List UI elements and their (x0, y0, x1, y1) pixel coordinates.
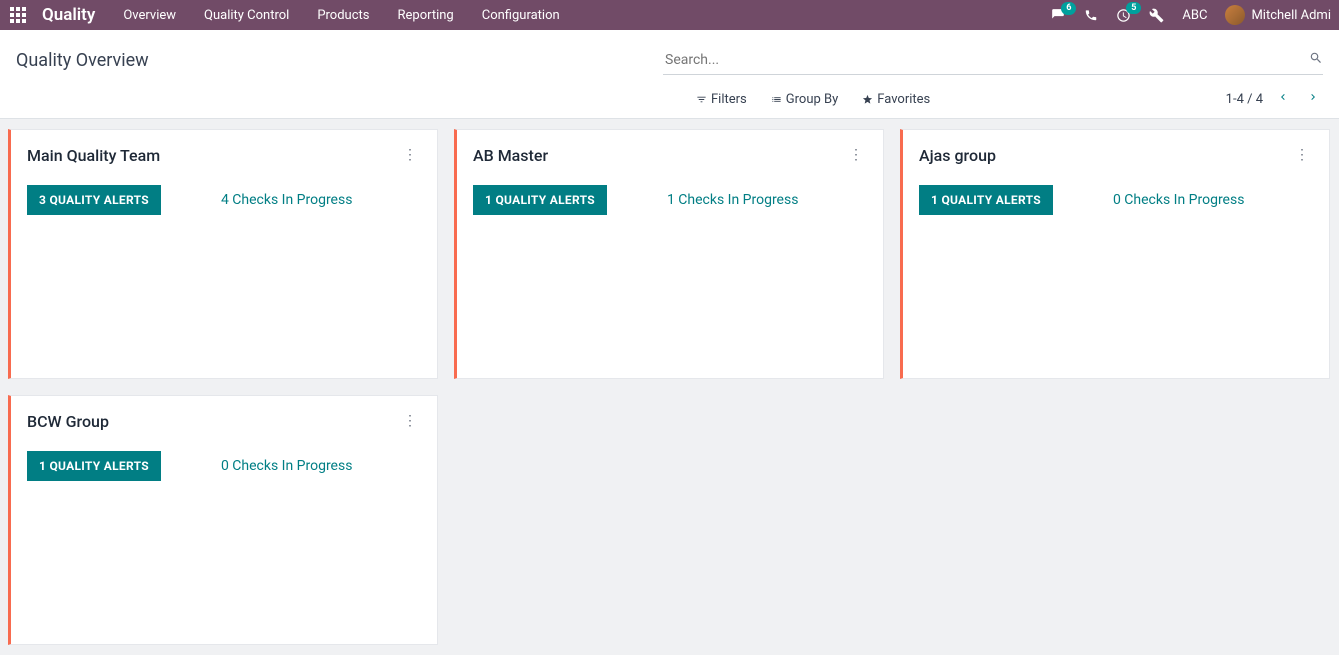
page-title: Quality Overview (16, 50, 149, 71)
checks-in-progress[interactable]: 4 Checks In Progress (221, 192, 353, 208)
app-brand[interactable]: Quality (42, 5, 95, 25)
card-title: Main Quality Team (27, 146, 160, 165)
search-input[interactable] (663, 46, 1323, 75)
activity-badge: 5 (1126, 2, 1141, 15)
user-name-label: Mitchell Admi (1251, 8, 1331, 23)
phone-icon[interactable] (1084, 8, 1098, 22)
kanban-board: Main Quality Team ⋮ 3 QUALITY ALERTS 4 C… (0, 119, 1339, 655)
card-menu-icon[interactable]: ⋮ (399, 146, 421, 164)
team-card[interactable]: BCW Group ⋮ 1 QUALITY ALERTS 0 Checks In… (8, 395, 438, 645)
team-card[interactable]: Ajas group ⋮ 1 QUALITY ALERTS 0 Checks I… (900, 129, 1330, 379)
messaging-badge: 6 (1061, 2, 1076, 15)
chevron-left-icon (1277, 91, 1289, 103)
groupby-button[interactable]: Group By (771, 92, 839, 107)
card-menu-icon[interactable]: ⋮ (1291, 146, 1313, 164)
list-icon (771, 94, 782, 105)
apps-icon[interactable] (8, 5, 28, 25)
search-icon[interactable] (1309, 50, 1323, 69)
star-icon (862, 94, 873, 105)
quality-alerts-button[interactable]: 1 QUALITY ALERTS (27, 451, 161, 481)
nav-overview[interactable]: Overview (123, 8, 176, 23)
favorites-button[interactable]: Favorites (862, 92, 930, 107)
team-card[interactable]: Main Quality Team ⋮ 3 QUALITY ALERTS 4 C… (8, 129, 438, 379)
checks-in-progress[interactable]: 0 Checks In Progress (221, 458, 353, 474)
nav-configuration[interactable]: Configuration (482, 8, 560, 23)
checks-in-progress[interactable]: 1 Checks In Progress (667, 192, 799, 208)
nav-menu: Overview Quality Control Products Report… (123, 8, 559, 23)
filter-icon (696, 94, 707, 105)
company-switcher[interactable]: ABC (1182, 8, 1207, 23)
pager-next[interactable] (1303, 87, 1323, 111)
user-avatar-icon (1225, 5, 1245, 25)
card-title: BCW Group (27, 412, 109, 431)
control-panel: Quality Overview Filters Group By Favori… (0, 30, 1339, 119)
checks-in-progress[interactable]: 0 Checks In Progress (1113, 192, 1245, 208)
pager-prev[interactable] (1273, 87, 1293, 111)
nav-products[interactable]: Products (317, 8, 369, 23)
user-menu[interactable]: Mitchell Admi (1225, 5, 1331, 25)
card-menu-icon[interactable]: ⋮ (845, 146, 867, 164)
quality-alerts-button[interactable]: 1 QUALITY ALERTS (919, 185, 1053, 215)
nav-reporting[interactable]: Reporting (398, 8, 454, 23)
card-title: AB Master (473, 146, 548, 165)
quality-alerts-button[interactable]: 1 QUALITY ALERTS (473, 185, 607, 215)
filters-button[interactable]: Filters (696, 92, 747, 107)
chevron-right-icon (1307, 91, 1319, 103)
activity-icon[interactable]: 5 (1116, 8, 1131, 23)
team-card[interactable]: AB Master ⋮ 1 QUALITY ALERTS 1 Checks In… (454, 129, 884, 379)
quality-alerts-button[interactable]: 3 QUALITY ALERTS (27, 185, 161, 215)
card-title: Ajas group (919, 146, 996, 165)
nav-quality-control[interactable]: Quality Control (204, 8, 289, 23)
debug-icon[interactable] (1149, 8, 1164, 23)
top-navbar: Quality Overview Quality Control Product… (0, 0, 1339, 30)
messaging-icon[interactable]: 6 (1050, 8, 1066, 22)
pager-text[interactable]: 1-4 / 4 (1226, 92, 1263, 107)
card-menu-icon[interactable]: ⋮ (399, 412, 421, 430)
